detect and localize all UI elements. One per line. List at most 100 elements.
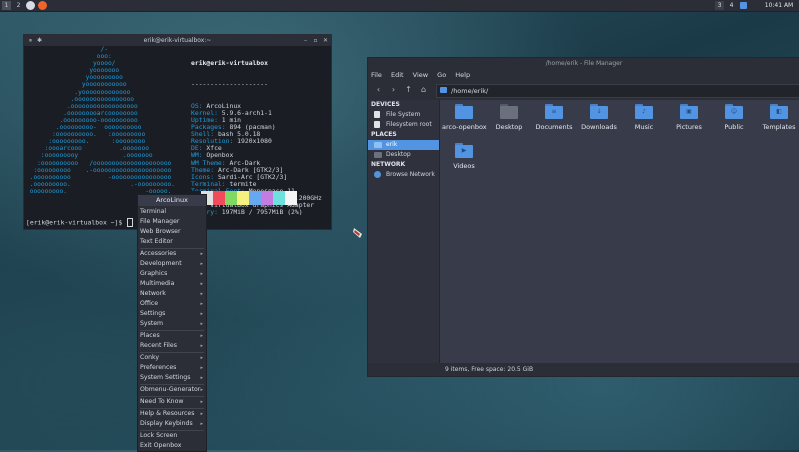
openbox-menu[interactable]: ArcoLinux Terminal File Manager Web Browse… (137, 194, 207, 452)
file-label: Public (724, 123, 744, 131)
file-label: Documents (535, 123, 573, 131)
menu-item[interactable]: Recent Files ▸ (138, 341, 206, 351)
menu-edit[interactable]: Edit (391, 71, 404, 79)
menu-file[interactable]: File (371, 71, 382, 79)
up-icon[interactable]: ↑ (404, 85, 413, 95)
clock[interactable]: 10:41 AM (760, 1, 798, 10)
sidebar-item-label: erik (386, 141, 398, 148)
submenu-arrow-icon: ▸ (200, 355, 203, 361)
sidebar-item-label: File System (386, 111, 421, 118)
menu-item[interactable]: Network ▸ (138, 289, 206, 299)
tray-icon[interactable] (740, 2, 747, 9)
terminal-titlebar[interactable]: ⏸ ✱ erik@erik-virtualbox:~ – ▫ ✕ (24, 35, 331, 46)
menu-item[interactable]: Multimedia ▸ (138, 279, 206, 289)
menu-item[interactable]: File Manager (138, 217, 206, 227)
file-item[interactable]: ↓ Downloads (577, 104, 621, 131)
menu-item-label: Recent Files (140, 342, 177, 349)
drive-icon (374, 121, 380, 128)
sidebar: DEVICES File System Filesystem root PLAC… (368, 100, 440, 363)
menu-item-label: Accessories (140, 250, 177, 257)
menu-item[interactable]: Office ▸ (138, 299, 206, 309)
folder-icon: ◧ (770, 104, 788, 119)
menu-item-label: Places (140, 332, 160, 339)
menu-view[interactable]: View (413, 71, 428, 79)
file-label: Templates (762, 123, 796, 131)
workspace-4-button[interactable]: 4 (727, 1, 736, 10)
menu-item-label: Obmenu-Generator (140, 386, 201, 393)
app-icon[interactable] (38, 1, 47, 10)
workspace-3-button[interactable]: 3 (715, 1, 724, 10)
menu-item[interactable]: Preferences ▸ (138, 363, 206, 373)
workspace-2-button[interactable]: 2 (14, 1, 23, 10)
submenu-arrow-icon: ▸ (200, 321, 203, 327)
back-icon[interactable]: ‹ (374, 85, 383, 95)
menu-item[interactable]: System Settings ▸ (138, 373, 206, 383)
places-header: PLACES (371, 131, 397, 138)
menu-item-label: Web Browser (140, 228, 181, 235)
sidebar-item-file-system[interactable]: File System (368, 110, 439, 120)
menu-go[interactable]: Go (437, 71, 446, 79)
menu-item[interactable]: Development ▸ (138, 259, 206, 269)
menu-item[interactable]: Settings ▸ (138, 309, 206, 319)
home-icon[interactable]: ⌂ (419, 85, 428, 95)
arcolinux-logo-icon[interactable] (26, 1, 35, 10)
forward-icon[interactable]: › (389, 85, 398, 95)
menu-item[interactable]: Text Editor (138, 237, 206, 247)
submenu-arrow-icon: ▸ (200, 311, 203, 317)
menu-item-label: Multimedia (140, 280, 175, 287)
menu-item[interactable]: Accessories ▸ (138, 249, 206, 259)
sidebar-item-erik[interactable]: erik (368, 140, 439, 150)
menu-item[interactable]: Need To Know ▸ (138, 397, 206, 407)
submenu-arrow-icon: ▸ (200, 271, 203, 277)
menu-item[interactable]: Obmenu-Generator ▸ (138, 385, 206, 395)
globe-icon (374, 171, 381, 178)
cursor (127, 218, 134, 227)
submenu-arrow-icon: ▸ (200, 333, 203, 339)
maximize-icon[interactable]: ▫ (312, 37, 319, 44)
path-bar[interactable]: /home/erik/ (436, 84, 799, 98)
menu-item-label: Display Keybinds (140, 420, 193, 427)
submenu-arrow-icon: ▸ (200, 251, 203, 257)
file-item[interactable]: ≡ Documents (532, 104, 576, 131)
file-item[interactable]: ◧ Templates (757, 104, 799, 131)
file-item[interactable]: Desktop (487, 104, 531, 131)
menu-item[interactable]: Display Keybinds ▸ (138, 419, 206, 429)
menubar: File Edit View Go Help (371, 71, 477, 81)
menu-item-label: Settings (140, 310, 166, 317)
shell-prompt[interactable]: [erik@erik-virtualbox ~]$ (26, 218, 134, 227)
file-item[interactable]: arco-openbox (442, 104, 487, 131)
sidebar-item-desktop[interactable]: Desktop (368, 150, 439, 160)
sidebar-item-browse-network[interactable]: Browse Network (368, 170, 439, 180)
file-view[interactable]: arco-openbox Desktop ≡ Documents ↓ Downloads ♪… (440, 100, 799, 363)
file-item[interactable]: ▣ Pictures (667, 104, 711, 131)
menu-item[interactable]: Web Browser (138, 227, 206, 237)
menu-item[interactable]: System ▸ (138, 319, 206, 329)
file-item[interactable]: ☺ Public (712, 104, 756, 131)
folder-icon: ♪ (635, 104, 653, 119)
close-icon[interactable]: ✕ (322, 37, 329, 44)
file-item[interactable]: ♪ Music (622, 104, 666, 131)
menu-item[interactable]: Places ▸ (138, 331, 206, 341)
menu-help[interactable]: Help (455, 71, 470, 79)
network-header: NETWORK (371, 161, 406, 168)
workspace-1-button[interactable]: 1 (2, 1, 11, 10)
menu-item[interactable]: Lock Screen (138, 431, 206, 441)
menu-item-label: System Settings (140, 374, 191, 381)
submenu-arrow-icon: ▸ (200, 301, 203, 307)
desktop-folder-icon (374, 152, 382, 158)
menu-item[interactable]: Help & Resources ▸ (138, 409, 206, 419)
toolbar: ‹ › ↑ ⌂ /home/erik/ (368, 82, 799, 98)
file-item[interactable]: ▶ Videos (442, 143, 486, 170)
minimize-icon[interactable]: – (302, 37, 309, 44)
menu-item[interactable]: Conky ▸ (138, 353, 206, 363)
sidebar-item-label: Desktop (386, 151, 411, 158)
folder-icon: ▣ (680, 104, 698, 119)
file-manager-title: /home/erik - File Manager (545, 60, 623, 67)
menu-item-label: Conky (140, 354, 160, 361)
sidebar-item-filesystem-root[interactable]: Filesystem root (368, 120, 439, 130)
user-host: erik@erik-virtualbox (191, 59, 268, 68)
file-manager-window[interactable]: /home/erik - File Manager File Edit View… (367, 57, 799, 377)
menu-item[interactable]: Terminal (138, 207, 206, 217)
menu-item[interactable]: Graphics ▸ (138, 269, 206, 279)
file-label: Pictures (676, 123, 702, 131)
